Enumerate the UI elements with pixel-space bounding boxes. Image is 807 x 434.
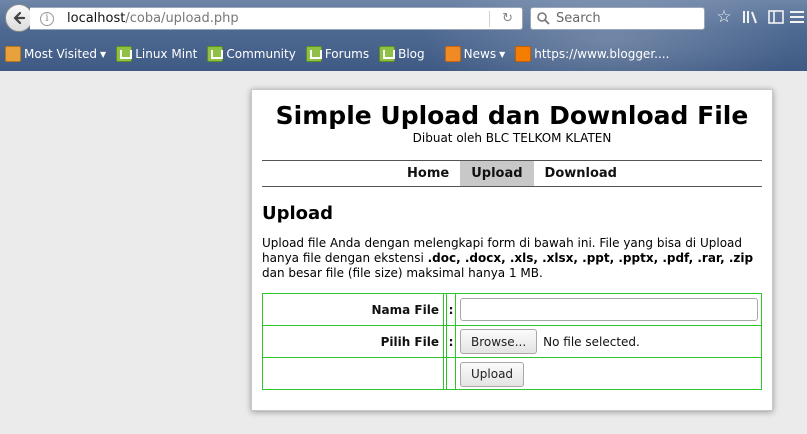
bookmarks-bar: Most Visited ▼ Linux Mint Community Foru… bbox=[0, 42, 807, 66]
bookmark-community[interactable]: Community bbox=[207, 46, 296, 62]
mint-icon bbox=[305, 46, 322, 62]
bookmark-most-visited[interactable]: Most Visited ▼ bbox=[5, 46, 106, 62]
sidebar-panel-icon bbox=[768, 10, 784, 24]
form-row-file: Pilih File : Browse... No file selected. bbox=[263, 326, 761, 358]
mint-icon bbox=[207, 46, 224, 62]
mint-icon bbox=[379, 46, 396, 62]
empty-colon-cell bbox=[446, 358, 456, 390]
file-input-cell: Browse... No file selected. bbox=[458, 326, 761, 357]
browse-button[interactable]: Browse... bbox=[460, 329, 538, 354]
empty-label-cell bbox=[263, 358, 444, 390]
blogger-icon bbox=[515, 46, 532, 62]
bookmark-blogger[interactable]: https://www.blogger.... bbox=[515, 46, 669, 62]
reload-icon[interactable]: ↻ bbox=[502, 11, 513, 26]
file-label: Pilih File bbox=[263, 326, 444, 357]
url-bar[interactable]: i localhost/coba/upload.php ↻ bbox=[30, 7, 523, 30]
page-subtitle: Dibuat oleh BLC TELKOM KLATEN bbox=[412, 131, 612, 145]
bookmark-label: News bbox=[463, 47, 497, 61]
bookmark-label: https://www.blogger.... bbox=[534, 47, 670, 61]
search-icon bbox=[537, 12, 550, 25]
bookmark-blog[interactable]: Blog bbox=[379, 46, 425, 62]
url-text: localhost/coba/upload.php bbox=[67, 11, 239, 26]
library-shelf-icon bbox=[743, 11, 757, 24]
chevron-down-icon: ▼ bbox=[499, 49, 506, 59]
url-path: /coba/upload.php bbox=[125, 11, 239, 26]
allowed-extensions: .doc, .docx, .xls, .xlsx, .ppt, .pptx, .… bbox=[427, 251, 754, 265]
file-name-input[interactable] bbox=[460, 298, 758, 321]
chevron-down-icon: ▼ bbox=[100, 49, 107, 59]
name-input-cell bbox=[458, 294, 761, 325]
content-card: Simple Upload dan Download File Dibuat o… bbox=[251, 89, 773, 411]
bookmark-label: Forums bbox=[324, 47, 370, 61]
url-separator bbox=[489, 11, 490, 27]
nav-home[interactable]: Home bbox=[396, 161, 460, 186]
form-row-submit: Upload bbox=[263, 358, 761, 390]
bookmark-label: Most Visited bbox=[24, 47, 98, 61]
upload-form: Nama File : Pilih File : Browse... No fi… bbox=[262, 293, 762, 390]
library-icon[interactable] bbox=[740, 6, 762, 28]
page-title: Simple Upload dan Download File bbox=[275, 101, 749, 130]
url-host: localhost bbox=[67, 11, 126, 26]
bookmark-news[interactable]: News ▼ bbox=[444, 46, 506, 62]
search-bar[interactable] bbox=[530, 7, 705, 30]
form-row-name: Nama File : bbox=[263, 294, 761, 326]
sidebar-icon[interactable] bbox=[765, 6, 787, 28]
section-title: Upload bbox=[262, 203, 334, 224]
name-label: Nama File bbox=[263, 294, 444, 325]
search-input[interactable] bbox=[556, 11, 696, 26]
browser-toolbar: i localhost/coba/upload.php ↻ ☆ Most Vis… bbox=[0, 0, 807, 71]
bookmark-label: Community bbox=[226, 47, 296, 61]
folder-icon bbox=[5, 46, 21, 62]
bookmark-forums[interactable]: Forums bbox=[305, 46, 370, 62]
intro-text: Upload file Anda dengan melengkapi form … bbox=[262, 236, 767, 281]
back-arrow-icon bbox=[13, 11, 26, 25]
bookmark-linux-mint[interactable]: Linux Mint bbox=[116, 46, 197, 62]
main-nav: Home Upload Download bbox=[262, 160, 762, 187]
nav-download[interactable]: Download bbox=[534, 161, 628, 186]
nav-upload[interactable]: Upload bbox=[460, 161, 534, 186]
hamburger-icon bbox=[790, 11, 804, 23]
no-file-status: No file selected. bbox=[543, 334, 640, 349]
upload-button[interactable]: Upload bbox=[460, 361, 525, 387]
colon-separator: : bbox=[446, 294, 456, 325]
submit-cell: Upload bbox=[458, 358, 761, 390]
info-icon[interactable]: i bbox=[40, 11, 54, 26]
bookmark-label: Blog bbox=[398, 47, 425, 61]
intro-suffix: dan besar file (file size) maksimal hany… bbox=[262, 266, 543, 280]
mint-icon bbox=[116, 46, 133, 62]
back-button[interactable] bbox=[5, 4, 33, 32]
bookmark-star-icon[interactable]: ☆ bbox=[713, 6, 735, 28]
colon-separator: : bbox=[446, 326, 456, 357]
menu-icon[interactable] bbox=[786, 6, 807, 28]
rss-icon bbox=[444, 46, 461, 62]
bookmark-label: Linux Mint bbox=[135, 47, 198, 61]
